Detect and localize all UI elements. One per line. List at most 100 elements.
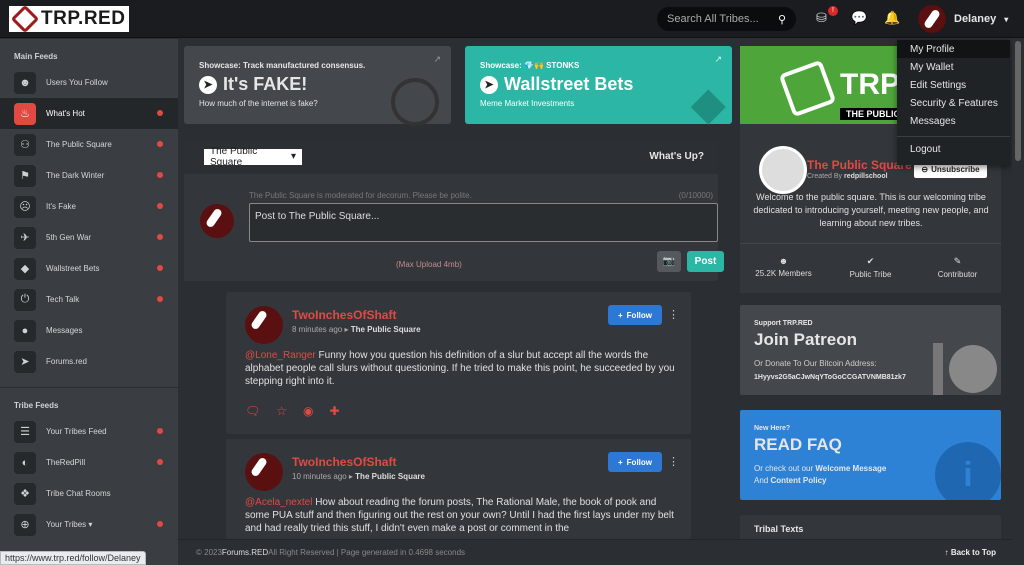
footer-site-link[interactable]: Forums.RED: [222, 548, 268, 557]
user-menu-toggle[interactable]: Delaney ▾: [918, 5, 1008, 33]
patreon-icon: [933, 337, 1001, 395]
menu-item-my-wallet[interactable]: My Wallet: [897, 58, 1010, 76]
post-body: @Acela_nextel How about reading the foru…: [245, 497, 674, 534]
sidebar-item-tech-talk[interactable]: ⏻ Tech Talk: [0, 284, 178, 315]
menu-item-messages[interactable]: Messages: [897, 112, 1010, 130]
max-upload-note: (Max Upload 4mb): [396, 260, 462, 269]
sidebar-item-label: Tech Talk: [46, 295, 80, 304]
pills-icon: ◐: [14, 451, 36, 474]
sidebar-item-messages[interactable]: ● Messages: [0, 315, 178, 346]
chevron-down-icon: ▾: [290, 151, 296, 162]
main-feed: Showcase: Track manufactured consensus. …: [178, 39, 740, 539]
unread-dot: [157, 265, 163, 271]
dizzy-face-icon: [391, 78, 439, 126]
sidebar-item-label: Your Tribes Feed: [46, 427, 107, 436]
coin-icon[interactable]: ◉: [303, 404, 313, 418]
char-counter: (0/10000): [678, 191, 713, 200]
tribe-select[interactable]: The Public Square ▾: [204, 146, 302, 168]
post-tribe-link[interactable]: The Public Square: [355, 472, 425, 481]
bell-icon[interactable]: 🔔: [884, 10, 900, 26]
user-plus-icon: +: [618, 457, 623, 467]
welcome-message-link[interactable]: Welcome Message: [815, 464, 886, 473]
showcase-wallstreet[interactable]: Showcase: 💎🙌 STONKS ➤ Wallstreet Bets Mem…: [465, 46, 732, 129]
coins-icon[interactable]: ⛁: [816, 10, 827, 26]
sidebar-item-it-s-fake[interactable]: ☹ It's Fake: [0, 191, 178, 222]
sidebar-item-label: Users You Follow: [46, 78, 108, 87]
mention-link[interactable]: @Acela_nextel: [245, 497, 312, 508]
comment-icon[interactable]: 🗨: [245, 404, 260, 418]
sidebar-item-label: Forums.red: [46, 357, 87, 366]
post-author[interactable]: TwoInchesOfShaft: [292, 455, 396, 469]
tribe-stats: ☻ 25.2K Members ✔ Public Tribe ✎ Contributo…: [740, 243, 1001, 293]
status-url: https://www.trp.red/follow/Delaney: [0, 551, 146, 565]
sidebar-item-what-s-hot[interactable]: ♨ What's Hot: [0, 98, 178, 129]
search-input[interactable]: Search All Tribes... ⚲: [657, 7, 796, 31]
menu-item-security-features[interactable]: Security & Features: [897, 94, 1010, 112]
sidebar-item-wallstreet-bets[interactable]: ◆ Wallstreet Bets: [0, 253, 178, 284]
menu-item-edit-settings[interactable]: Edit Settings: [897, 76, 1010, 94]
showcase-fake[interactable]: Showcase: Track manufactured consensus. …: [184, 46, 451, 126]
unread-dot: [157, 203, 163, 209]
patreon-card[interactable]: Support TRP.RED Join Patreon Or Donate T…: [740, 305, 1001, 395]
avatar[interactable]: [245, 453, 283, 491]
minus-circle-icon: ⊖: [921, 165, 929, 174]
sidebar-item-label: The Dark Winter: [46, 171, 105, 180]
sidebar-item-your-tribes[interactable]: ⊕ Your Tribes ▾: [0, 509, 178, 540]
top-bar: TRP.RED Search All Tribes... ⚲ ⛁ ! 💬 🔔 De…: [0, 0, 1024, 38]
more-icon[interactable]: ⋮: [668, 308, 679, 321]
user-plus-icon[interactable]: ✚: [329, 404, 339, 418]
scrollbar-thumb[interactable]: [1015, 41, 1021, 161]
star-icon[interactable]: ☆: [276, 404, 287, 418]
arrow-right-circle-icon: ➤: [199, 75, 217, 94]
users-icon: ☻: [778, 256, 789, 266]
sidebar-item-tribe-chat-rooms[interactable]: ❖ Tribe Chat Rooms: [0, 478, 178, 509]
faq-card[interactable]: New Here? READ FAQ Or check out our Welc…: [740, 410, 1001, 500]
sidebar-item-theredpill[interactable]: ◐ TheRedPill: [0, 447, 178, 478]
sidebar-item-users-you-follow[interactable]: ☻ Users You Follow: [0, 67, 178, 98]
moderation-note: The Public Square is moderated for decor…: [249, 191, 472, 200]
mention-link[interactable]: @Lone_Ranger: [245, 350, 316, 361]
back-to-top-link[interactable]: ↑ Back to Top: [945, 548, 996, 557]
public-stat: ✔ Public Tribe: [827, 244, 914, 293]
post-author[interactable]: TwoInchesOfShaft: [292, 308, 396, 322]
sidebar-item-label: 5th Gen War: [46, 233, 92, 242]
post-tribe-link[interactable]: The Public Square: [351, 325, 421, 334]
unread-dot: [157, 428, 163, 434]
more-icon[interactable]: ⋮: [668, 455, 679, 468]
sidebar-item-label: What's Hot: [46, 109, 85, 118]
follow-button[interactable]: + Follow: [608, 452, 662, 472]
sidebar-item-label: Messages: [46, 326, 83, 335]
post-time: 8 minutes ago: [292, 325, 343, 334]
menu-item-logout[interactable]: Logout: [897, 140, 1010, 158]
avatar: [200, 204, 234, 238]
power-icon: ⏻: [14, 288, 36, 311]
sidebar-item-your-tribes-feed[interactable]: ☰ Your Tribes Feed: [0, 416, 178, 447]
post-composer: The Public Square ▾ What's Up? The Public…: [184, 139, 724, 281]
chat-icon[interactable]: 💬: [851, 10, 867, 26]
sidebar-item-label: The Public Square: [46, 140, 112, 149]
tribe-description: Welcome to the public square. This is ou…: [753, 192, 989, 228]
tribe-name[interactable]: The Public Square: [807, 158, 912, 172]
camera-icon[interactable]: 📷: [657, 251, 681, 272]
content-policy-link[interactable]: Content Policy: [770, 476, 826, 485]
sidebar-item-the-public-square[interactable]: ⚇ The Public Square: [0, 129, 178, 160]
post-input[interactable]: Post to The Public Square...: [249, 203, 718, 242]
sidebar-item-5th-gen-war[interactable]: ✈ 5th Gen War: [0, 222, 178, 253]
scrollbar[interactable]: [1012, 39, 1024, 565]
avatar[interactable]: [245, 306, 283, 344]
avatar: [918, 5, 946, 33]
check-icon: ✔: [866, 256, 875, 266]
whats-up-label: What's Up?: [649, 151, 704, 162]
follow-button[interactable]: + Follow: [608, 305, 662, 325]
menu-item-my-profile[interactable]: My Profile: [897, 40, 1010, 58]
sidebar-item-the-dark-winter[interactable]: ⚑ The Dark Winter: [0, 160, 178, 191]
notification-badge: !: [828, 6, 838, 16]
sidebar-item-forums-red[interactable]: ➤ Forums.red: [0, 346, 178, 377]
logo-mark-icon: [778, 59, 837, 118]
site-logo[interactable]: TRP.RED: [9, 4, 129, 34]
post-button[interactable]: Post: [687, 251, 724, 272]
menu-divider: [897, 136, 1010, 137]
unread-dot: [157, 459, 163, 465]
user-dropdown-menu: My Profile My Wallet Edit Settings Security…: [897, 40, 1010, 165]
chat-icon: ●: [14, 319, 36, 342]
